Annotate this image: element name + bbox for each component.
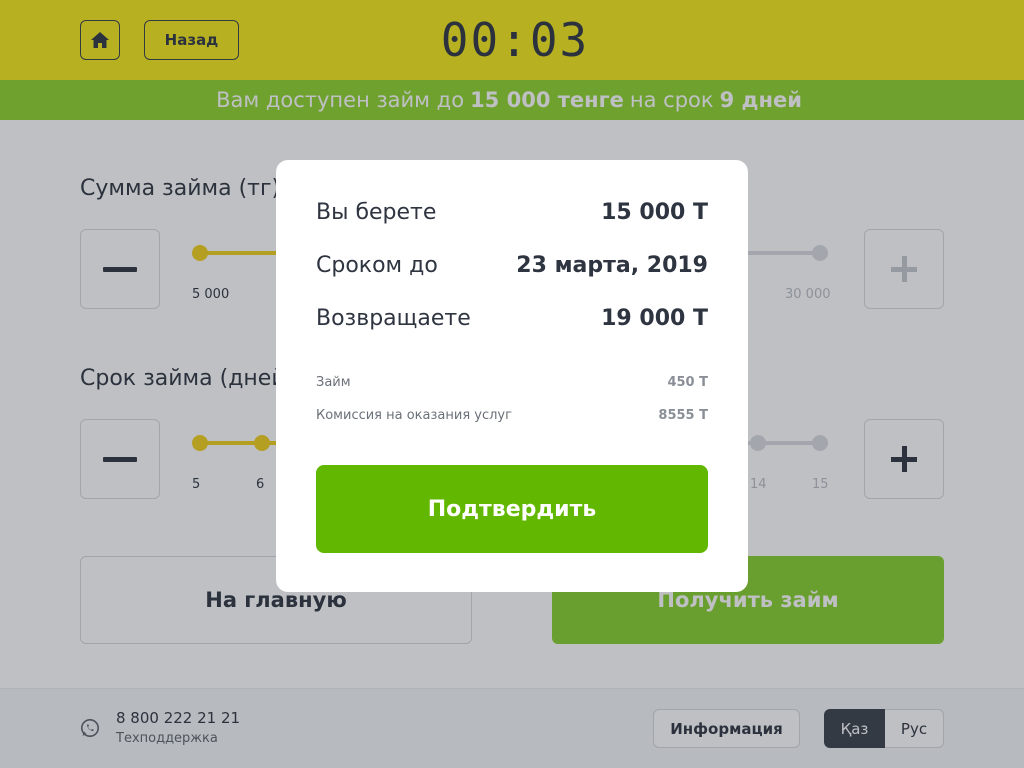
confirm-button[interactable]: Подтвердить xyxy=(316,465,708,553)
repay-amount-label: Возвращаете xyxy=(316,306,471,331)
loan-detail-label: Займ xyxy=(316,375,351,390)
loan-confirmation-modal: Вы берете 15 000 Т Сроком до 23 марта, 2… xyxy=(276,160,748,592)
commission-label: Комиссия на оказания услуг xyxy=(316,408,512,423)
commission-value: 8555 Т xyxy=(658,408,708,423)
loan-detail-value: 450 Т xyxy=(667,375,708,390)
borrow-amount-label: Вы берете xyxy=(316,200,437,225)
borrow-amount-value: 15 000 Т xyxy=(601,200,708,225)
repay-amount-value: 19 000 Т xyxy=(601,306,708,331)
due-date-label: Сроком до xyxy=(316,253,438,278)
due-date-value: 23 марта, 2019 xyxy=(516,253,708,278)
